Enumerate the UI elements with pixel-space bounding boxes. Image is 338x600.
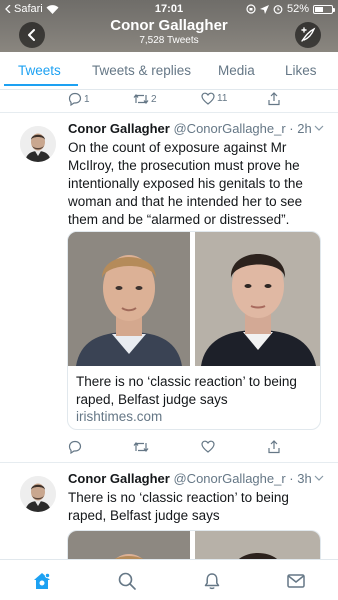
screen-rotation-lock-icon: [246, 4, 256, 14]
tweet-text-line: intentionally exposed his genitals to th…: [68, 176, 303, 191]
author-name[interactable]: Conor Gallagher: [68, 471, 170, 486]
tweet-text-line: raped, Belfast judge says: [68, 508, 220, 523]
avatar-image: [20, 476, 56, 512]
tab-likes[interactable]: Likes: [285, 52, 317, 90]
battery-percent: 52%: [286, 3, 309, 15]
author-name[interactable]: Conor Gallagher: [68, 121, 170, 136]
nav-messages[interactable]: [284, 569, 308, 593]
card-domain: irishtimes.com: [76, 409, 163, 424]
reply-icon: [68, 440, 82, 454]
tweet-text-line: On the count of exposure against Mr: [68, 140, 287, 155]
chevron-down-icon[interactable]: [314, 475, 324, 482]
tweet-count: 7,528 Tweets: [139, 35, 199, 46]
tab-tweets-and-replies[interactable]: Tweets & replies: [92, 52, 191, 90]
tweet-text: On the count of exposure against Mr McIl…: [68, 139, 303, 229]
tweet-text-line: McIlroy, the prosecution must prove he: [68, 158, 300, 173]
nav-notifications[interactable]: [200, 569, 224, 593]
tweet-divider: [0, 462, 338, 463]
tweet-text-line: them and be “alarmed or distressed”.: [68, 212, 290, 227]
reply-action[interactable]: [68, 440, 82, 454]
nav-search[interactable]: [115, 569, 139, 593]
reply-icon: [68, 92, 82, 106]
tweet-text: There is no ‘classic reaction’ to being …: [68, 489, 289, 525]
share-icon: [268, 440, 280, 454]
tweet-text-line: woman and that he intended her to see: [68, 194, 303, 209]
previous-tweet-actions: 1 2 11: [0, 92, 338, 108]
card-photo-left: [68, 232, 190, 366]
profile-name: Conor Gallagher: [110, 17, 228, 34]
profile-title: Conor Gallagher 7,528 Tweets: [0, 17, 338, 46]
avatar[interactable]: [20, 126, 56, 162]
retweet-action[interactable]: [133, 440, 149, 454]
card-title-line: There is no ‘classic reaction’ to being: [76, 374, 297, 389]
card-title: There is no ‘classic reaction’ to being …: [76, 373, 297, 409]
location-icon: [259, 4, 269, 14]
retweet-count: 2: [151, 93, 157, 105]
tab-media[interactable]: Media: [218, 52, 255, 90]
like-count: 11: [217, 93, 228, 104]
like-icon: [201, 440, 215, 453]
reply-action[interactable]: 1: [68, 92, 90, 106]
link-card[interactable]: There is no ‘classic reaction’ to being …: [67, 231, 321, 430]
home-icon: [34, 572, 51, 589]
chevron-down-icon[interactable]: [314, 125, 324, 132]
status-bar: Safari 17:01 52%: [0, 0, 338, 18]
share-icon: [268, 92, 280, 106]
bottom-tab-bar: [0, 559, 338, 600]
messages-icon: [287, 574, 305, 588]
battery-icon: [313, 4, 335, 14]
profile-header: Safari 17:01 52% Conor Gallagher 7,528 T…: [0, 0, 338, 52]
share-action[interactable]: [267, 440, 281, 454]
avatar-image: [20, 126, 56, 162]
retweet-action[interactable]: 2: [133, 92, 157, 106]
avatar[interactable]: [20, 476, 56, 512]
author-handle-time[interactable]: @ConorGallaghe_r · 2h: [173, 121, 311, 136]
retweet-icon: [133, 442, 149, 452]
tweet-divider: [0, 112, 338, 113]
notifications-icon: [204, 573, 220, 590]
compose-tweet-icon: [301, 27, 316, 42]
reply-count: 1: [84, 93, 90, 105]
man-portrait-image: [68, 232, 190, 366]
tweet-header: Conor Gallagher @ConorGallaghe_r · 3h: [68, 471, 312, 486]
alarm-icon: [273, 5, 283, 14]
card-photo-right: [195, 232, 320, 366]
share-action[interactable]: [267, 92, 281, 106]
compose-tweet-button[interactable]: [295, 22, 321, 48]
like-icon: [201, 92, 215, 105]
status-right: 52%: [246, 3, 335, 15]
tweet-text-line: There is no ‘classic reaction’ to being: [68, 490, 289, 505]
retweet-icon: [133, 94, 149, 104]
like-action[interactable]: [201, 440, 215, 453]
author-handle-time[interactable]: @ConorGallaghe_r · 3h: [173, 471, 311, 486]
tweet-actions: [0, 440, 338, 456]
tweet-header: Conor Gallagher @ConorGallaghe_r · 2h: [68, 121, 312, 136]
nav-home[interactable]: [30, 569, 54, 593]
search-icon: [118, 572, 136, 590]
card-title-line: raped, Belfast judge says: [76, 392, 228, 407]
like-action[interactable]: 11: [201, 92, 227, 105]
active-tab-indicator: [4, 84, 78, 86]
man-portrait-image: [195, 232, 320, 366]
